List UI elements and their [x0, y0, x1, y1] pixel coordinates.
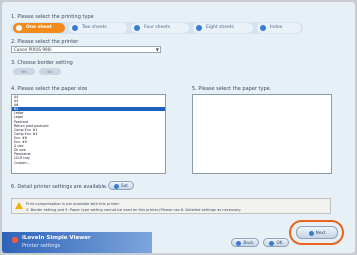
info-line2: 2. Border setting and 5. Paper type sett… [26, 208, 242, 212]
step4-label: 4. Please select the paper size [11, 86, 88, 92]
highlight-ring [289, 220, 344, 245]
app-title: iLoveIn Simple Viewer [22, 235, 91, 241]
two-sheets-icon [72, 25, 78, 31]
index-icon [260, 25, 266, 31]
paper-size-list[interactable]: A4 A5 A6 B5 Letter Legal Postcard Return… [11, 94, 166, 174]
tab-one-sheet[interactable]: One sheet [13, 23, 65, 33]
tab-index[interactable]: Index [257, 23, 301, 33]
settings-icon [114, 183, 120, 189]
printing-type-tabs: One sheet Two sheets Four sheets Eight s… [11, 22, 303, 34]
app-logo-icon [12, 237, 18, 243]
set-button[interactable]: Set [108, 181, 134, 190]
step5-label: 5. Please select the paper type. [192, 86, 272, 92]
four-sheets-icon [134, 25, 140, 31]
back-button[interactable]: Back [231, 238, 259, 247]
printer-select[interactable]: Canon PIXUS 990i ▼ [11, 46, 161, 53]
step2-label: 2. Please select the printer [11, 39, 79, 45]
chevron-down-icon: ▼ [155, 47, 159, 52]
ok-icon [269, 240, 275, 246]
paper-type-list[interactable] [192, 94, 332, 174]
list-item[interactable]: Custom... [12, 161, 165, 165]
step3-label: 3. Choose border setting [11, 60, 73, 66]
app-subtitle: Printer settings [22, 243, 61, 249]
border-no-button[interactable]: No [39, 68, 61, 75]
tab-two-sheets[interactable]: Two sheets [69, 23, 127, 33]
ok-button[interactable]: OK [263, 238, 289, 247]
info-box: Print compensation is not available with… [11, 198, 331, 214]
tab-four-sheets[interactable]: Four sheets [131, 23, 189, 33]
back-arrow-icon [236, 240, 242, 246]
eight-sheets-icon [196, 25, 202, 31]
one-sheet-icon [16, 25, 22, 31]
border-yes-button[interactable]: Yes [13, 68, 35, 75]
tab-eight-sheets[interactable]: Eight sheets [193, 23, 253, 33]
warning-icon [15, 202, 23, 209]
step6-label: 6. Detail printer settings are available… [11, 184, 108, 190]
app-banner: iLoveIn Simple Viewer Printer settings [2, 232, 152, 253]
step1-label: 1. Please select the printing type [11, 14, 94, 20]
